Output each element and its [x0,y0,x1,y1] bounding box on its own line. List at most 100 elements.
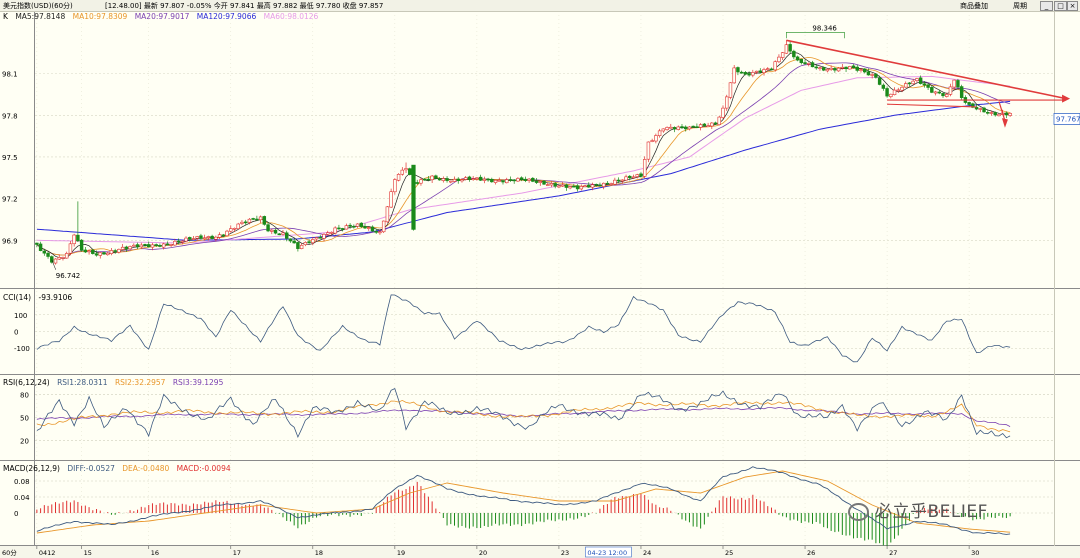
candle-body [531,177,535,182]
candle-body [490,178,494,183]
minimize-icon[interactable]: _ [1040,1,1053,11]
candle-body [706,125,710,127]
candle-body [117,248,121,253]
candle-body [825,68,830,72]
close-icon[interactable]: × [1067,1,1078,11]
candle-body [258,216,263,221]
candle-body [605,182,610,185]
candle-body [135,244,140,248]
candle-body [42,250,47,254]
candle-body [587,184,591,188]
x-axis-tick-label: 30 [971,549,979,557]
chart-canvas[interactable]: 96.9 97.2 97.5 97.8 98.1 98.346 96.742 97.767 10… [0,0,1080,558]
x-axis-tick-label: 16 [151,549,159,557]
candle-body [519,177,524,180]
candle-body [546,184,550,186]
candle-body [855,66,859,71]
candle-body [363,226,367,229]
candle-body [583,185,587,187]
candle-body [799,59,804,64]
candle-body [333,227,337,234]
candle-body [389,191,393,208]
x-axis-tick-label: 24 [643,549,651,557]
candle-body [94,253,99,256]
candle-body [98,252,102,256]
candle-body [281,232,285,235]
cci-legend: CCI(14) -93.9106 [3,293,77,302]
candle-body [624,176,628,181]
price-axis-tick: 97.5 [2,154,18,162]
instrument-title: 美元指数(USD)(60分) [3,2,73,10]
overlay-menu-button[interactable]: 商品叠加 [960,1,988,11]
maximize-icon[interactable]: □ [1054,1,1067,11]
candle-body [378,231,382,234]
price-axis-tick: 98.1 [2,71,18,79]
price-pane-title: K [3,12,8,21]
candle-body [270,229,274,232]
candle-body [575,185,580,190]
price-legend: K MA5:97.8148 MA10:97.8309 MA20:97.9017 … [3,12,323,21]
candle-body [340,228,345,230]
candle-body [616,179,621,182]
cci-axis-tick: 100 [14,312,27,320]
candle-body [654,135,658,142]
candle-body [710,122,714,127]
plot-background [0,11,1080,558]
candle-body [124,246,129,249]
x-axis-strip [0,546,1080,558]
candle-body [236,223,240,230]
candle-body [273,229,278,234]
candle-body [493,179,498,183]
cci-axis-tick: -100 [14,345,30,353]
candle-body [553,183,557,187]
cci-axis-tick: 0 [14,329,18,337]
candle-body [199,235,203,239]
candle-body [542,180,546,185]
candle-body [1004,112,1009,116]
candle-body [87,250,91,253]
title-bar: 美元指数(USD)(60分) [12.48.00] 最新 97.807 -0.0… [0,0,1080,12]
candle-body [516,178,520,182]
candle-body [747,73,751,76]
candle-body [836,67,841,72]
candle-body [725,96,729,109]
candle-body [475,177,479,180]
candle-body [348,224,352,227]
candle-body [691,125,695,128]
candle-body [501,180,505,183]
candle-body [549,183,554,186]
candle-body [676,126,680,130]
diff-label: DIFF:-0.0527 [67,464,115,473]
ma5-label: MA5:97.8148 [15,12,66,21]
candle-body [441,178,446,181]
candle-body [594,183,598,186]
candle-body [478,176,483,181]
candle-body [512,179,516,182]
period-menu-button[interactable]: 周期 [1013,1,1027,11]
candle-body [896,89,900,92]
candle-body [695,126,699,128]
x-axis-tick-label: 0412 [39,549,56,557]
ma20-label: MA20:97.9017 [134,12,190,21]
candle-body [683,126,688,130]
candle-body [240,221,244,224]
candle-body [795,56,800,61]
candle-body [102,252,106,255]
x-axis-tick-label: 27 [889,549,897,557]
rsi-axis-tick: 20 [20,438,29,446]
candle-body [471,178,475,180]
candle-body [50,256,54,263]
candle-body [64,253,69,259]
candle-body [463,177,468,180]
price-axis-tick: 97.2 [2,196,18,204]
candle-body [120,246,125,250]
candle-body [482,178,487,181]
candle-body [445,178,449,181]
candle-body [527,178,531,181]
candle-body [434,175,438,179]
dea-label: DEA:-0.0480 [122,464,170,473]
candle-body [284,232,289,239]
candle-body [195,236,199,239]
candle-body [132,244,136,247]
candle-body [79,239,84,251]
